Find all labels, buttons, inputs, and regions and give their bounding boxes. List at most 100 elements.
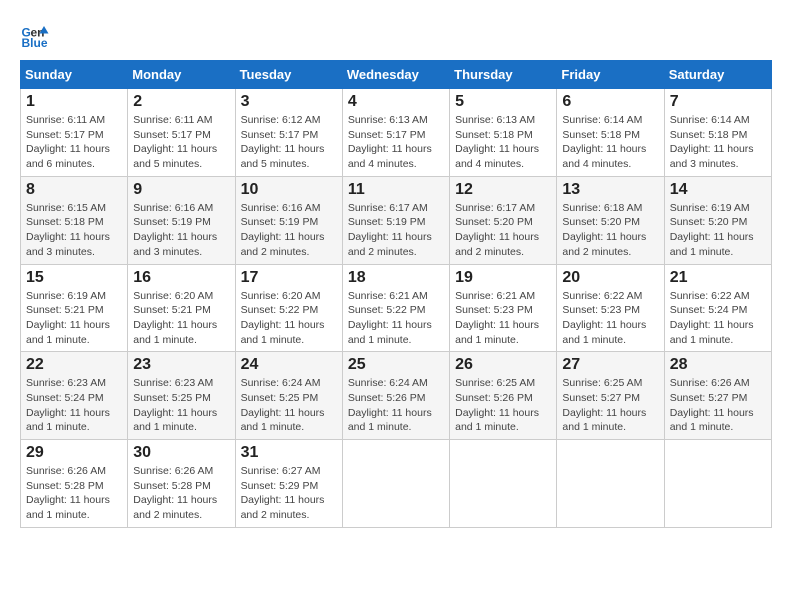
svg-text:Blue: Blue — [22, 36, 48, 50]
day-number: 3 — [241, 93, 337, 111]
daylight-label: Daylight: 11 hours and 1 minute. — [241, 407, 325, 434]
sunrise-label: Sunrise: 6:20 AM — [241, 290, 321, 302]
sunset-label: Sunset: 5:17 PM — [348, 129, 426, 141]
daylight-label: Daylight: 11 hours and 2 minutes. — [241, 494, 325, 521]
sunrise-label: Sunrise: 6:19 AM — [670, 202, 750, 214]
sunset-label: Sunset: 5:19 PM — [241, 216, 319, 228]
weekday-header-friday: Friday — [557, 61, 664, 89]
day-info: Sunrise: 6:22 AM Sunset: 5:23 PM Dayligh… — [562, 289, 658, 348]
sunrise-label: Sunrise: 6:13 AM — [455, 114, 535, 126]
daylight-label: Daylight: 11 hours and 1 minute. — [133, 319, 217, 346]
calendar-week-2: 8 Sunrise: 6:15 AM Sunset: 5:18 PM Dayli… — [21, 176, 772, 264]
day-cell-6: 6 Sunrise: 6:14 AM Sunset: 5:18 PM Dayli… — [557, 89, 664, 177]
day-cell-13: 13 Sunrise: 6:18 AM Sunset: 5:20 PM Dayl… — [557, 176, 664, 264]
calendar-week-3: 15 Sunrise: 6:19 AM Sunset: 5:21 PM Dayl… — [21, 264, 772, 352]
daylight-label: Daylight: 11 hours and 1 minute. — [670, 319, 754, 346]
daylight-label: Daylight: 11 hours and 1 minute. — [455, 407, 539, 434]
day-cell-12: 12 Sunrise: 6:17 AM Sunset: 5:20 PM Dayl… — [450, 176, 557, 264]
sunset-label: Sunset: 5:25 PM — [133, 392, 211, 404]
daylight-label: Daylight: 11 hours and 2 minutes. — [562, 231, 646, 258]
sunset-label: Sunset: 5:26 PM — [348, 392, 426, 404]
day-cell-8: 8 Sunrise: 6:15 AM Sunset: 5:18 PM Dayli… — [21, 176, 128, 264]
sunset-label: Sunset: 5:23 PM — [455, 304, 533, 316]
day-info: Sunrise: 6:26 AM Sunset: 5:27 PM Dayligh… — [670, 376, 766, 435]
day-info: Sunrise: 6:11 AM Sunset: 5:17 PM Dayligh… — [133, 113, 229, 172]
sunset-label: Sunset: 5:18 PM — [455, 129, 533, 141]
day-cell-31: 31 Sunrise: 6:27 AM Sunset: 5:29 PM Dayl… — [235, 440, 342, 528]
sunset-label: Sunset: 5:20 PM — [455, 216, 533, 228]
day-cell-27: 27 Sunrise: 6:25 AM Sunset: 5:27 PM Dayl… — [557, 352, 664, 440]
daylight-label: Daylight: 11 hours and 5 minutes. — [133, 143, 217, 170]
daylight-label: Daylight: 11 hours and 2 minutes. — [133, 494, 217, 521]
day-number: 25 — [348, 356, 444, 374]
day-number: 27 — [562, 356, 658, 374]
day-number: 20 — [562, 269, 658, 287]
calendar-table: SundayMondayTuesdayWednesdayThursdayFrid… — [20, 60, 772, 528]
sunrise-label: Sunrise: 6:26 AM — [670, 377, 750, 389]
day-number: 24 — [241, 356, 337, 374]
sunset-label: Sunset: 5:21 PM — [26, 304, 104, 316]
day-cell-24: 24 Sunrise: 6:24 AM Sunset: 5:25 PM Dayl… — [235, 352, 342, 440]
day-number: 5 — [455, 93, 551, 111]
daylight-label: Daylight: 11 hours and 5 minutes. — [241, 143, 325, 170]
day-number: 15 — [26, 269, 122, 287]
sunrise-label: Sunrise: 6:23 AM — [26, 377, 106, 389]
sunrise-label: Sunrise: 6:22 AM — [562, 290, 642, 302]
sunrise-label: Sunrise: 6:14 AM — [562, 114, 642, 126]
day-info: Sunrise: 6:15 AM Sunset: 5:18 PM Dayligh… — [26, 201, 122, 260]
daylight-label: Daylight: 11 hours and 1 minute. — [348, 407, 432, 434]
sunset-label: Sunset: 5:21 PM — [133, 304, 211, 316]
sunset-label: Sunset: 5:22 PM — [348, 304, 426, 316]
sunrise-label: Sunrise: 6:24 AM — [241, 377, 321, 389]
daylight-label: Daylight: 11 hours and 1 minute. — [562, 407, 646, 434]
sunrise-label: Sunrise: 6:22 AM — [670, 290, 750, 302]
day-cell-1: 1 Sunrise: 6:11 AM Sunset: 5:17 PM Dayli… — [21, 89, 128, 177]
sunrise-label: Sunrise: 6:17 AM — [348, 202, 428, 214]
sunrise-label: Sunrise: 6:19 AM — [26, 290, 106, 302]
day-info: Sunrise: 6:13 AM Sunset: 5:18 PM Dayligh… — [455, 113, 551, 172]
day-info: Sunrise: 6:22 AM Sunset: 5:24 PM Dayligh… — [670, 289, 766, 348]
daylight-label: Daylight: 11 hours and 4 minutes. — [562, 143, 646, 170]
day-info: Sunrise: 6:14 AM Sunset: 5:18 PM Dayligh… — [670, 113, 766, 172]
day-cell-10: 10 Sunrise: 6:16 AM Sunset: 5:19 PM Dayl… — [235, 176, 342, 264]
day-info: Sunrise: 6:16 AM Sunset: 5:19 PM Dayligh… — [133, 201, 229, 260]
day-number: 12 — [455, 181, 551, 199]
day-info: Sunrise: 6:27 AM Sunset: 5:29 PM Dayligh… — [241, 464, 337, 523]
day-info: Sunrise: 6:23 AM Sunset: 5:24 PM Dayligh… — [26, 376, 122, 435]
sunrise-label: Sunrise: 6:20 AM — [133, 290, 213, 302]
sunrise-label: Sunrise: 6:12 AM — [241, 114, 321, 126]
sunrise-label: Sunrise: 6:18 AM — [562, 202, 642, 214]
day-cell-21: 21 Sunrise: 6:22 AM Sunset: 5:24 PM Dayl… — [664, 264, 771, 352]
page-header: G en Blue — [20, 20, 772, 50]
daylight-label: Daylight: 11 hours and 2 minutes. — [241, 231, 325, 258]
day-cell-7: 7 Sunrise: 6:14 AM Sunset: 5:18 PM Dayli… — [664, 89, 771, 177]
day-number: 26 — [455, 356, 551, 374]
day-info: Sunrise: 6:19 AM Sunset: 5:21 PM Dayligh… — [26, 289, 122, 348]
sunrise-label: Sunrise: 6:16 AM — [241, 202, 321, 214]
day-number: 7 — [670, 93, 766, 111]
day-number: 16 — [133, 269, 229, 287]
day-info: Sunrise: 6:24 AM Sunset: 5:25 PM Dayligh… — [241, 376, 337, 435]
day-info: Sunrise: 6:21 AM Sunset: 5:22 PM Dayligh… — [348, 289, 444, 348]
day-info: Sunrise: 6:23 AM Sunset: 5:25 PM Dayligh… — [133, 376, 229, 435]
daylight-label: Daylight: 11 hours and 1 minute. — [562, 319, 646, 346]
day-number: 21 — [670, 269, 766, 287]
sunrise-label: Sunrise: 6:15 AM — [26, 202, 106, 214]
day-cell-28: 28 Sunrise: 6:26 AM Sunset: 5:27 PM Dayl… — [664, 352, 771, 440]
daylight-label: Daylight: 11 hours and 3 minutes. — [26, 231, 110, 258]
day-number: 19 — [455, 269, 551, 287]
weekday-header-row: SundayMondayTuesdayWednesdayThursdayFrid… — [21, 61, 772, 89]
day-info: Sunrise: 6:25 AM Sunset: 5:26 PM Dayligh… — [455, 376, 551, 435]
day-number: 23 — [133, 356, 229, 374]
day-number: 22 — [26, 356, 122, 374]
daylight-label: Daylight: 11 hours and 1 minute. — [670, 407, 754, 434]
sunset-label: Sunset: 5:20 PM — [670, 216, 748, 228]
sunset-label: Sunset: 5:18 PM — [670, 129, 748, 141]
sunrise-label: Sunrise: 6:21 AM — [455, 290, 535, 302]
day-cell-3: 3 Sunrise: 6:12 AM Sunset: 5:17 PM Dayli… — [235, 89, 342, 177]
day-cell-16: 16 Sunrise: 6:20 AM Sunset: 5:21 PM Dayl… — [128, 264, 235, 352]
sunset-label: Sunset: 5:22 PM — [241, 304, 319, 316]
day-info: Sunrise: 6:16 AM Sunset: 5:19 PM Dayligh… — [241, 201, 337, 260]
daylight-label: Daylight: 11 hours and 4 minutes. — [348, 143, 432, 170]
sunset-label: Sunset: 5:19 PM — [348, 216, 426, 228]
